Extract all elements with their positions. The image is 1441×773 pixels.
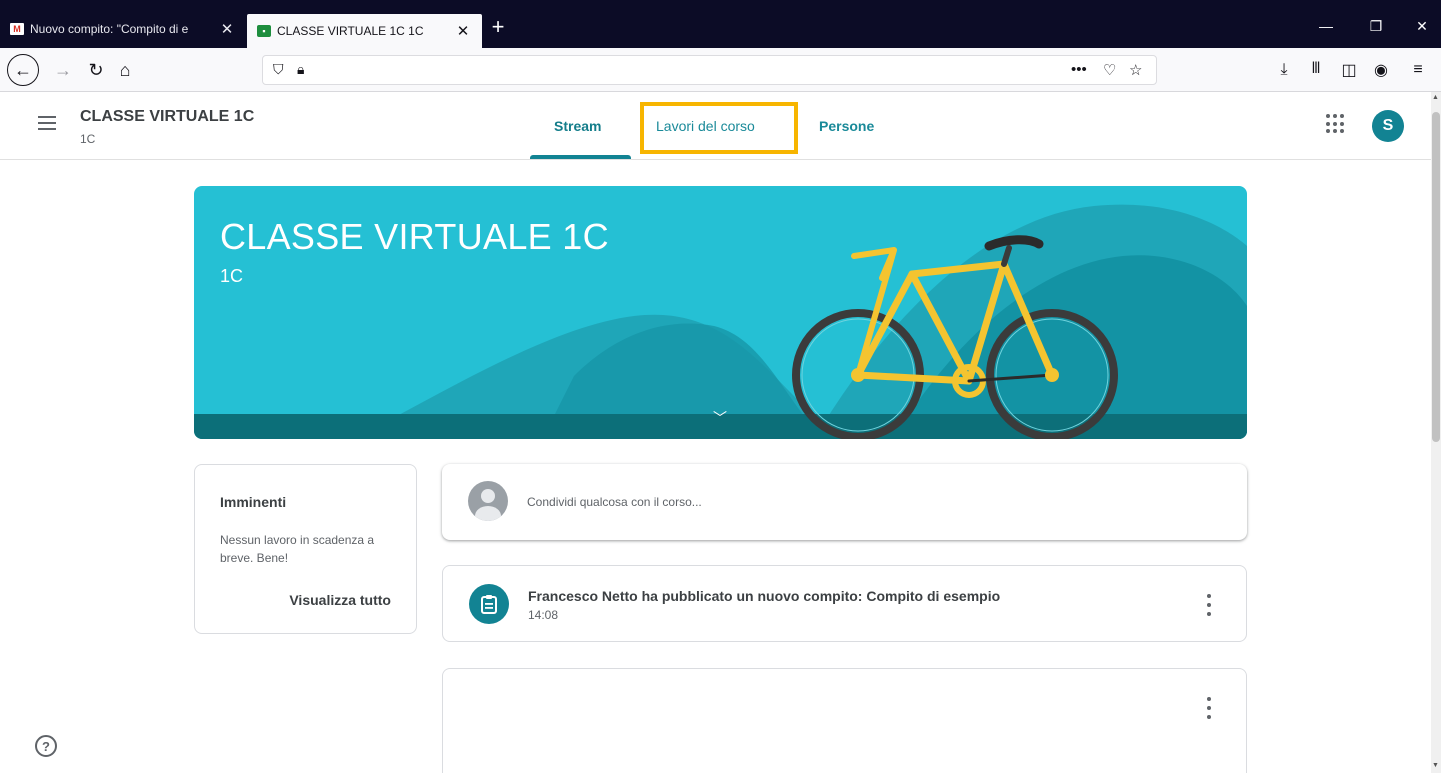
post-title[interactable]: Francesco Netto ha pubblicato un nuovo c…: [528, 588, 1000, 604]
lock-icon[interactable]: 🔒︎: [297, 61, 304, 78]
help-icon[interactable]: ?: [35, 735, 57, 757]
minimize-window-icon[interactable]: —: [1303, 14, 1349, 38]
new-tab-button[interactable]: +: [484, 14, 512, 42]
expand-chevron-icon[interactable]: ﹀: [713, 408, 727, 428]
upcoming-card: Imminenti Nessun lavoro in scadenza a br…: [194, 464, 417, 634]
tab-stream[interactable]: Stream: [554, 118, 601, 134]
bookmark-star-icon[interactable]: ☆: [1129, 61, 1142, 79]
assignment-icon: [469, 584, 509, 624]
user-avatar[interactable]: S: [1372, 110, 1404, 142]
more-options-icon[interactable]: [1206, 594, 1212, 616]
pocket-icon[interactable]: ♡: [1103, 61, 1116, 79]
tab-title: Nuovo compito: "Compito di e: [30, 22, 189, 36]
class-title[interactable]: CLASSE VIRTUALE 1C: [80, 108, 254, 126]
browser-toolbar: ← → ↻ ⌂ ⛉ 🔒︎ ••• ♡ ☆ ⤓ 𝍫 ◫ ◉ ≡: [0, 48, 1441, 92]
post-time: 14:08: [528, 608, 559, 622]
google-apps-icon[interactable]: [1326, 114, 1346, 134]
upcoming-heading: Imminenti: [220, 494, 287, 510]
downloads-icon[interactable]: ⤓: [1270, 56, 1298, 84]
stream-post[interactable]: Francesco Netto ha pubblicato un nuovo c…: [442, 565, 1247, 642]
gmail-icon: M: [10, 23, 24, 35]
user-avatar-placeholder-icon: [468, 481, 508, 521]
stream-post-loading[interactable]: [442, 668, 1247, 773]
active-tab-indicator: [530, 155, 631, 159]
classroom-icon: ▪: [257, 25, 271, 37]
tab-highlight-box: [640, 102, 798, 154]
upcoming-message: Nessun lavoro in scadenza a breve. Bene!: [220, 533, 375, 565]
forward-arrow-icon[interactable]: →: [48, 55, 78, 85]
browser-tab-gmail[interactable]: M Nuovo compito: "Compito di e ✕: [0, 10, 246, 48]
class-banner: CLASSE VIRTUALE 1C 1C ﹀: [194, 186, 1247, 439]
close-tab-icon[interactable]: ✕: [218, 20, 236, 38]
close-window-icon[interactable]: ✕: [1399, 14, 1441, 38]
restore-window-icon[interactable]: ❐: [1353, 14, 1399, 38]
scroll-down-arrow-icon[interactable]: ▼: [1432, 762, 1439, 769]
banner-title: CLASSE VIRTUALE 1C: [220, 216, 609, 257]
close-tab-icon[interactable]: ✕: [454, 22, 472, 40]
address-bar[interactable]: ⛉ 🔒︎ ••• ♡ ☆: [262, 55, 1157, 85]
sidebar-icon[interactable]: ◫: [1335, 56, 1363, 84]
main-menu-icon[interactable]: [38, 116, 56, 130]
tab-title: CLASSE VIRTUALE 1C 1C: [277, 24, 424, 38]
page-scrollbar[interactable]: ▲ ▼: [1431, 92, 1441, 773]
reload-icon[interactable]: ↻: [81, 55, 111, 85]
scroll-up-arrow-icon[interactable]: ▲: [1432, 94, 1439, 101]
back-arrow-icon[interactable]: ←: [7, 54, 39, 86]
menu-icon[interactable]: ≡: [1404, 56, 1432, 84]
classroom-page: CLASSE VIRTUALE 1C 1C Stream Lavori del …: [0, 92, 1431, 773]
tab-persone[interactable]: Persone: [819, 118, 874, 134]
browser-tab-strip: M Nuovo compito: "Compito di e ✕ ▪ CLASS…: [0, 0, 1441, 48]
share-box[interactable]: Condividi qualcosa con il corso...: [442, 464, 1247, 540]
banner-subtitle: 1C: [220, 266, 244, 286]
share-placeholder[interactable]: Condividi qualcosa con il corso...: [527, 495, 702, 509]
scrollbar-thumb[interactable]: [1432, 112, 1440, 442]
account-icon[interactable]: ◉: [1367, 56, 1395, 84]
page-actions-menu-icon[interactable]: •••: [1071, 61, 1087, 78]
tracking-shield-icon[interactable]: ⛉: [273, 61, 284, 78]
view-all-link[interactable]: Visualizza tutto: [289, 592, 391, 608]
home-icon[interactable]: ⌂: [110, 55, 140, 85]
more-options-icon[interactable]: [1206, 697, 1212, 719]
class-section: 1C: [80, 132, 96, 146]
browser-tab-classroom[interactable]: ▪ CLASSE VIRTUALE 1C 1C ✕: [247, 14, 482, 48]
classroom-header: CLASSE VIRTUALE 1C 1C Stream Lavori del …: [0, 92, 1431, 160]
library-icon[interactable]: 𝍫: [1302, 56, 1330, 84]
